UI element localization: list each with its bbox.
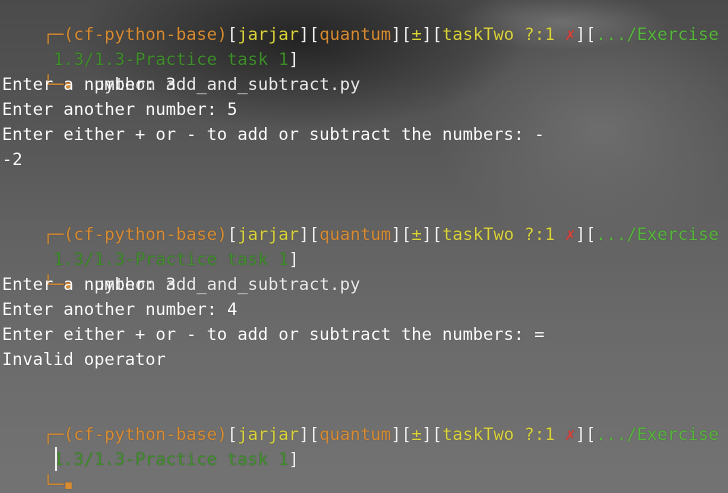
prompt-path: .../Exercise <box>595 25 719 45</box>
git-symbol: ± <box>411 225 422 245</box>
prompt-path-continued-2: 1.3/1.3-Practice task 1] <box>2 223 299 270</box>
bracket-open: [ <box>401 25 412 45</box>
git-dirty-icon: ✗ <box>565 425 576 445</box>
prompt-line-1: ┌─(cf-python-base)[jarjar][quantum][±][t… <box>2 0 719 45</box>
bracket-open: [ <box>309 425 320 445</box>
bracket-close: ] <box>421 225 433 245</box>
prompt-path-cont: 1.3/1.3-Practice task 1 <box>42 450 289 470</box>
bracket-open: [ <box>401 425 412 445</box>
output-line: Enter a number: 3 <box>2 275 176 295</box>
prompt-line-3: ┌─(cf-python-base)[jarjar][quantum][±][t… <box>2 398 719 445</box>
bracket-open: [ <box>585 25 596 45</box>
bracket-close: ] <box>421 425 433 445</box>
prompt-corner-bottom: └─▪ <box>42 475 74 493</box>
git-dirty-icon: ✗ <box>565 225 576 245</box>
bracket-open: [ <box>309 25 320 45</box>
prompt-host: quantum <box>319 25 392 45</box>
bracket-open: [ <box>585 425 596 445</box>
git-branch: taskTwo ?:1 <box>442 25 555 45</box>
text-cursor <box>55 447 57 471</box>
bracket-close: ] <box>298 225 310 245</box>
prompt-path-continued-1: 1.3/1.3-Practice task 1] <box>2 23 299 70</box>
terminal-window[interactable]: ┌─(cf-python-base)[jarjar][quantum][±][t… <box>0 0 728 493</box>
git-symbol: ± <box>411 425 422 445</box>
bracket-close: ] <box>391 425 402 445</box>
git-branch: taskTwo ?:1 <box>442 425 555 445</box>
command-line-3[interactable]: └─▪ <box>2 448 74 493</box>
bracket-close: ] <box>391 25 402 45</box>
prompt-path-continued-3: 1.3/1.3-Practice task 1] <box>2 423 299 470</box>
output-line: Invalid operator <box>2 350 166 370</box>
command-line-1: └─▪ python add_and_subtract.py <box>2 48 360 95</box>
output-line: Enter another number: 4 <box>2 300 238 320</box>
bracket-close: ] <box>575 425 586 445</box>
output-line: Enter another number: 5 <box>2 100 238 120</box>
bracket-close: ] <box>288 450 299 470</box>
prompt-path: .../Exercise <box>595 225 719 245</box>
command-line-2: └─▪ python add_and_subtract.py <box>2 248 360 295</box>
bracket-open: [ <box>309 225 320 245</box>
output-line: Enter either + or - to add or subtract t… <box>2 325 545 345</box>
git-branch: taskTwo ?:1 <box>442 225 555 245</box>
bracket-open: [ <box>432 25 443 45</box>
output-line: Enter a number: 3 <box>2 75 176 95</box>
bracket-close: ] <box>391 225 402 245</box>
bracket-open: [ <box>585 225 596 245</box>
git-dirty-icon: ✗ <box>565 25 576 45</box>
bracket-open: [ <box>432 425 443 445</box>
bracket-close: ] <box>298 25 310 45</box>
output-line: Enter either + or - to add or subtract t… <box>2 125 545 145</box>
bracket-close: ] <box>421 25 433 45</box>
git-symbol: ± <box>411 25 422 45</box>
bracket-close: ] <box>575 25 586 45</box>
prompt-host: quantum <box>319 425 392 445</box>
output-line: -2 <box>2 150 23 170</box>
bracket-close: ] <box>298 425 310 445</box>
prompt-host: quantum <box>319 225 392 245</box>
bracket-open: [ <box>432 225 443 245</box>
bracket-close: ] <box>575 225 586 245</box>
bracket-open: [ <box>401 225 412 245</box>
prompt-line-2: ┌─(cf-python-base)[jarjar][quantum][±][t… <box>2 198 719 245</box>
prompt-path: .../Exercise <box>595 425 719 445</box>
